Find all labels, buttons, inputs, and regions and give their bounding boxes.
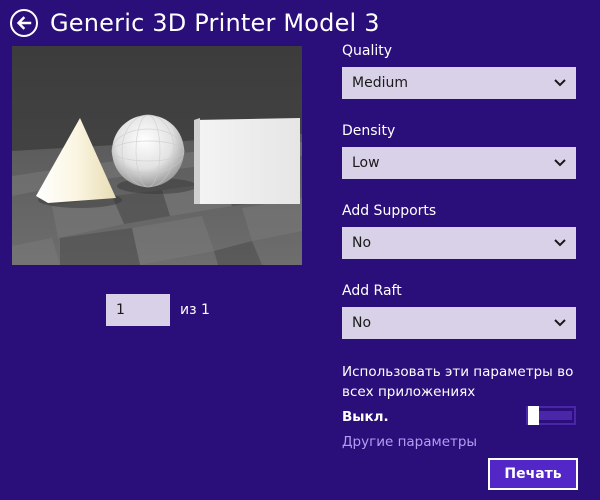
raft-value: No <box>352 315 372 331</box>
header: Generic 3D Printer Model 3 <box>10 6 380 40</box>
page-title: Generic 3D Printer Model 3 <box>50 9 380 37</box>
print-preview <box>12 46 302 265</box>
apply-all-toggle[interactable] <box>526 406 576 425</box>
apply-all-apps-label: Использовать эти параметры во всех прило… <box>342 364 574 400</box>
quality-label: Quality <box>342 43 393 59</box>
page-count-label: из 1 <box>180 302 210 318</box>
supports-value: No <box>352 235 372 251</box>
quality-value: Medium <box>352 75 408 91</box>
chevron-down-icon <box>554 79 566 87</box>
print-button[interactable]: Печать <box>488 458 578 490</box>
density-value: Low <box>352 155 380 171</box>
toggle-thumb <box>528 406 539 425</box>
page-selector: из 1 <box>106 294 210 326</box>
toggle-state-label: Выкл. <box>342 409 389 425</box>
page-number-input[interactable] <box>106 294 170 326</box>
preview-scene <box>12 46 302 265</box>
chevron-down-icon <box>554 239 566 247</box>
raft-label: Add Raft <box>342 283 402 299</box>
supports-label: Add Supports <box>342 203 437 219</box>
chevron-down-icon <box>554 319 566 327</box>
supports-select[interactable]: No <box>342 227 576 259</box>
quality-select[interactable]: Medium <box>342 67 576 99</box>
chevron-down-icon <box>554 159 566 167</box>
density-select[interactable]: Low <box>342 147 576 179</box>
raft-select[interactable]: No <box>342 307 576 339</box>
more-settings-link[interactable]: Другие параметры <box>342 434 477 450</box>
toggle-track <box>538 411 572 420</box>
back-arrow-circle-icon <box>16 16 32 30</box>
back-button[interactable] <box>10 9 38 37</box>
density-label: Density <box>342 123 396 139</box>
